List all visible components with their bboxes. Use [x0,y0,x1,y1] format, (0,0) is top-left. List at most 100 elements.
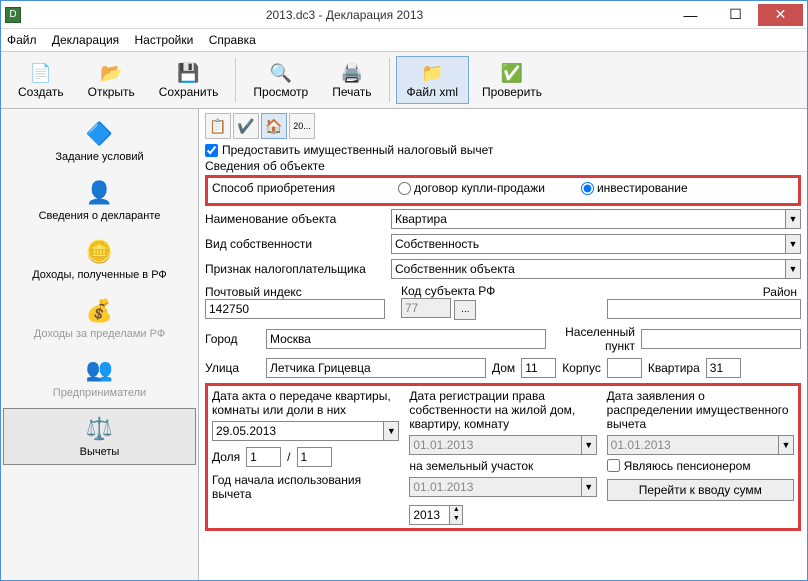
close-button[interactable]: ✕ [758,4,803,26]
mini-toolbar: 📋 ✔️ 🏠 20... [205,113,801,139]
tab-standard-icon[interactable]: 📋 [205,113,231,139]
check-icon: ✅ [500,61,524,85]
appl-date-picker[interactable]: ▼ [607,435,794,455]
sidebar-conditions[interactable]: 🔷Задание условий [3,113,196,170]
flat-label: Квартира [648,361,700,375]
share-label: Доля [212,450,240,464]
street-input[interactable] [266,358,486,378]
menu-file[interactable]: Файл [7,33,37,47]
menubar: Файл Декларация Настройки Справка [1,29,807,52]
people-icon: 👥 [84,356,116,384]
printer-icon: 🖨️ [340,61,364,85]
block-label: Корпус [562,361,601,375]
window-title: 2013.dc3 - Декларация 2013 [21,8,668,22]
app-icon: D [5,7,21,23]
own-type-select[interactable]: ▼ [391,234,801,254]
chevron-down-icon: ▼ [383,421,399,441]
tab-social-icon[interactable]: ✔️ [233,113,259,139]
chevron-down-icon: ▼ [785,209,801,229]
year-spinner[interactable]: ▲▼ [409,505,596,525]
sidebar-income-rf[interactable]: 🪙Доходы, полученные в РФ [3,231,196,288]
grant-deduction-checkbox[interactable] [205,144,218,157]
tab-property-icon[interactable]: 🏠 [261,113,287,139]
land-date-picker[interactable]: ▼ [409,477,596,497]
obj-name-label: Наименование объекта [205,212,385,226]
menu-help[interactable]: Справка [209,33,256,47]
taxpayer-label: Признак налогоплательщика [205,262,385,276]
postal-label: Почтовый индекс [205,285,302,299]
chevron-down-icon: ▼ [581,477,597,497]
xml-button[interactable]: 📁Файл xml [396,56,470,104]
own-type-label: Вид собственности [205,237,385,251]
sidebar-declarant[interactable]: 👤Сведения о декларанте [3,172,196,229]
house-label: Дом [492,361,515,375]
menu-settings[interactable]: Настройки [135,33,194,47]
acq-method-label: Способ приобретения [212,181,392,195]
create-button[interactable]: 📄Создать [7,56,75,104]
act-date-picker[interactable]: ▼ [212,421,399,441]
postal-input[interactable] [205,299,385,319]
chevron-down-icon: ▼ [785,234,801,254]
moneybag-icon: 💰 [84,297,116,325]
magnifier-icon: 🔍 [269,61,293,85]
sidebar-biz: 👥Предприниматели [3,349,196,406]
share-num-input[interactable] [246,447,281,467]
subj-input [401,298,451,318]
city-input[interactable] [266,329,546,349]
acq-purchase-radio[interactable]: договор купли-продажи [398,181,545,195]
sidebar: 🔷Задание условий 👤Сведения о декларанте … [1,109,199,580]
chevron-down-icon: ▼ [778,435,794,455]
dates-box: Дата акта о передаче квартиры, комнаты и… [205,383,801,531]
district-label: Район [763,285,797,299]
chevron-down-icon: ▼ [581,435,597,455]
reg-date-picker[interactable]: ▼ [409,435,596,455]
sidebar-deductions[interactable]: ⚖️Вычеты [3,408,196,465]
land-label: на земельный участок [409,459,596,473]
maximize-button[interactable]: ☐ [713,4,758,26]
folder-open-icon: 📂 [99,61,123,85]
grant-deduction-label: Предоставить имущественный налоговый выч… [222,143,493,157]
share-den-input[interactable] [297,447,332,467]
city-label: Город [205,332,260,346]
toolbar: 📄Создать 📂Открыть 💾Сохранить 🔍Просмотр 🖨… [1,52,807,109]
acq-invest-radio[interactable]: инвестирование [581,181,688,195]
reg-date-label: Дата регистрации права собственности на … [409,389,596,431]
subj-browse-button[interactable]: ... [454,300,476,320]
goto-sums-button[interactable]: Перейти к вводу сумм [607,479,794,501]
object-section-title: Сведения об объекте [205,159,801,173]
save-button[interactable]: 💾Сохранить [148,56,230,104]
obj-name-select[interactable]: ▼ [391,209,801,229]
subj-label: Код субъекта РФ [401,284,495,298]
settlement-input[interactable] [641,329,801,349]
street-label: Улица [205,361,260,375]
person-icon: 👤 [84,179,116,207]
menu-declaration[interactable]: Декларация [52,33,119,47]
diagram-icon: 🔷 [84,120,116,148]
coins-icon: 🪙 [84,238,116,266]
tab-carryover-icon[interactable]: 20... [289,113,315,139]
appl-date-label: Дата заявления о распределении имуществе… [607,389,794,431]
main-panel: 📋 ✔️ 🏠 20... Предоставить имущественный … [199,109,807,580]
check-button[interactable]: ✅Проверить [471,56,553,104]
taxpayer-select[interactable]: ▼ [391,259,801,279]
block-input[interactable] [607,358,642,378]
titlebar: D 2013.dc3 - Декларация 2013 — ☐ ✕ [1,1,807,29]
minimize-button[interactable]: — [668,4,713,26]
floppy-icon: 💾 [177,61,201,85]
preview-button[interactable]: 🔍Просмотр [242,56,319,104]
sidebar-income-out: 💰Доходы за пределами РФ [3,290,196,347]
chevron-down-icon: ▼ [785,259,801,279]
settlement-label: Населенный пункт [552,325,635,353]
act-date-label: Дата акта о передаче квартиры, комнаты и… [212,389,399,417]
district-input[interactable] [607,299,801,319]
flat-input[interactable] [706,358,741,378]
year-label: Год начала использования вычета [212,473,399,501]
folder-arrow-icon: 📁 [420,61,444,85]
scales-icon: ⚖️ [84,415,116,443]
acquisition-method-box: Способ приобретения договор купли-продаж… [205,175,801,206]
print-button[interactable]: 🖨️Печать [321,56,382,104]
pensioner-checkbox[interactable]: Являюсь пенсионером [607,459,794,473]
open-button[interactable]: 📂Открыть [77,56,146,104]
new-file-icon: 📄 [29,61,53,85]
house-input[interactable] [521,358,556,378]
